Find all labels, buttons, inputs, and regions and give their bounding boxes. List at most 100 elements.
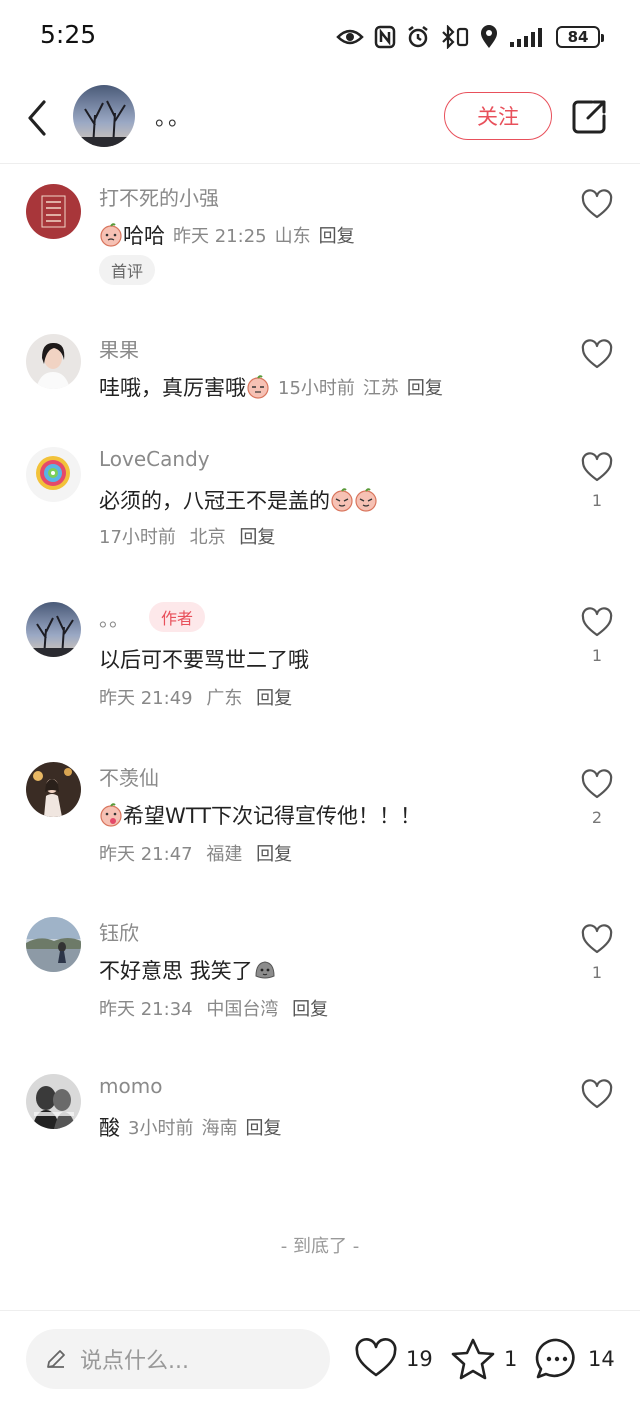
- heart-icon: [581, 452, 613, 482]
- emoji-icon: [255, 961, 275, 979]
- first-comment-tag: 首评: [99, 255, 156, 285]
- reply-button[interactable]: 回复: [319, 222, 355, 248]
- heart-icon: [581, 339, 613, 369]
- like-button[interactable]: [580, 606, 614, 640]
- comment-meta: 昨天 21:34 中国台湾 回复: [99, 995, 328, 1021]
- comment-time: 昨天 21:25: [173, 226, 267, 247]
- comment-text: 哇哦，真厉害哦: [99, 376, 246, 400]
- reply-button[interactable]: 回复: [256, 688, 292, 709]
- commenter-name[interactable]: 钰欣: [99, 917, 139, 946]
- emoji-icon: [355, 488, 377, 512]
- comment-location: 广东: [206, 688, 243, 709]
- reply-button[interactable]: 回复: [407, 374, 443, 400]
- commenter-name[interactable]: 打不死的小强: [99, 182, 219, 211]
- like-button[interactable]: [580, 451, 614, 485]
- bluetooth-icon: [442, 25, 469, 49]
- comments-button[interactable]: 14: [534, 1337, 615, 1381]
- comment-text: 以后可不要骂世二了哦: [99, 648, 309, 672]
- heart-icon: [581, 924, 613, 954]
- like-button[interactable]: [580, 768, 614, 802]
- comment-icon: [535, 1338, 575, 1379]
- emoji-icon: [247, 375, 269, 399]
- author-avatar[interactable]: [73, 85, 135, 147]
- comment-time: 3小时前: [128, 1118, 194, 1139]
- heart-icon: [581, 189, 613, 219]
- comment-time: 昨天 21:34: [99, 999, 193, 1020]
- author-name[interactable]: 。。: [155, 100, 192, 132]
- commenter-name[interactable]: momo: [99, 1074, 162, 1098]
- commenter-avatar[interactable]: [26, 447, 81, 502]
- like-post-button[interactable]: 19: [354, 1337, 433, 1381]
- post-like-count: 19: [406, 1347, 433, 1371]
- comment-text: 不好意思 我笑了: [99, 959, 253, 983]
- comment-time: 15小时前: [278, 378, 355, 399]
- reply-button[interactable]: 回复: [256, 844, 292, 865]
- comment-text-line: 不好意思 我笑了: [99, 955, 277, 985]
- back-button[interactable]: [20, 96, 56, 140]
- pencil-icon: [47, 1350, 65, 1368]
- comment-meta: 昨天 21:47 福建 回复: [99, 840, 292, 866]
- comment-text-line: 哇哦，真厉害哦 15小时前 江苏 回复: [99, 372, 443, 402]
- eye-icon: [336, 29, 364, 45]
- like-count: 1: [591, 646, 603, 665]
- comment-time: 昨天 21:47: [99, 844, 193, 865]
- share-button[interactable]: [570, 96, 610, 136]
- like-button[interactable]: [580, 188, 614, 222]
- comment-time: 昨天 21:49: [99, 688, 193, 709]
- commenter-name[interactable]: 果果: [99, 334, 139, 363]
- heart-icon: [355, 1338, 397, 1377]
- end-of-list-hint: - 到底了 -: [280, 1236, 360, 1257]
- reply-button[interactable]: 回复: [292, 999, 328, 1020]
- battery-indicator: 84: [556, 26, 604, 48]
- comment-text-line: 以后可不要骂世二了哦: [99, 644, 309, 674]
- favorite-button[interactable]: 1: [450, 1337, 517, 1381]
- comment-text-line: 酸 3小时前 海南 回复: [99, 1112, 281, 1142]
- comment-input[interactable]: 说点什么...: [26, 1329, 330, 1389]
- commenter-name[interactable]: 不羡仙: [99, 762, 159, 791]
- comment-page: 5:25 84 。。 关注 打不死的小强 哈哈 昨天 21:25 山东 回复 首…: [0, 0, 640, 1406]
- commenter-name[interactable]: LoveCandy: [99, 447, 210, 471]
- header: 。。 关注: [0, 72, 640, 164]
- comment-text-line: 希望WTT下次记得宣传他！！！: [99, 800, 421, 830]
- emoji-icon: [100, 223, 122, 247]
- follow-button[interactable]: 关注: [444, 92, 552, 140]
- comment-text: 必须的，八冠王不是盖的: [99, 489, 330, 513]
- comment-meta: 17小时前 北京 回复: [99, 523, 275, 549]
- comment-text-line: 必须的，八冠王不是盖的: [99, 485, 378, 515]
- heart-icon: [581, 1079, 613, 1109]
- status-time: 5:25: [40, 20, 97, 49]
- status-bar: 5:25 84: [0, 0, 640, 72]
- heart-icon: [581, 607, 613, 637]
- comment-count: 14: [588, 1347, 615, 1371]
- star-icon: [451, 1338, 495, 1380]
- emoji-icon: [100, 803, 122, 827]
- share-icon: [572, 100, 606, 134]
- bottom-bar: 说点什么... 19 1 14: [0, 1310, 640, 1406]
- like-button[interactable]: [580, 1078, 614, 1112]
- commenter-avatar[interactable]: [26, 334, 81, 389]
- comment-time: 17小时前: [99, 527, 176, 548]
- status-icons: 84: [336, 22, 604, 52]
- comment-text: 酸: [99, 1116, 120, 1140]
- location-icon: [481, 25, 497, 48]
- like-button[interactable]: [580, 923, 614, 957]
- reply-button[interactable]: 回复: [245, 1114, 281, 1140]
- emoji-icon: [331, 488, 353, 512]
- like-button[interactable]: [580, 338, 614, 372]
- like-count: 1: [591, 963, 603, 982]
- commenter-avatar[interactable]: [26, 917, 81, 972]
- commenter-avatar[interactable]: [26, 1074, 81, 1129]
- comment-text: 希望WTT下次记得宣传他！！！: [123, 804, 422, 828]
- reply-button[interactable]: 回复: [239, 527, 275, 548]
- commenter-name[interactable]: 。。: [99, 603, 129, 632]
- commenter-avatar[interactable]: [26, 762, 81, 817]
- comment-text: 哈哈: [123, 224, 165, 248]
- commenter-avatar[interactable]: [26, 184, 81, 239]
- comment-location: 福建: [206, 844, 243, 865]
- favorite-count: 1: [504, 1347, 518, 1371]
- comment-meta: 昨天 21:49 广东 回复: [99, 684, 292, 710]
- commenter-avatar[interactable]: [26, 602, 81, 657]
- nfc-icon: [374, 25, 396, 49]
- like-count: 2: [591, 808, 603, 827]
- comment-text-line: 哈哈 昨天 21:25 山东 回复: [99, 220, 355, 250]
